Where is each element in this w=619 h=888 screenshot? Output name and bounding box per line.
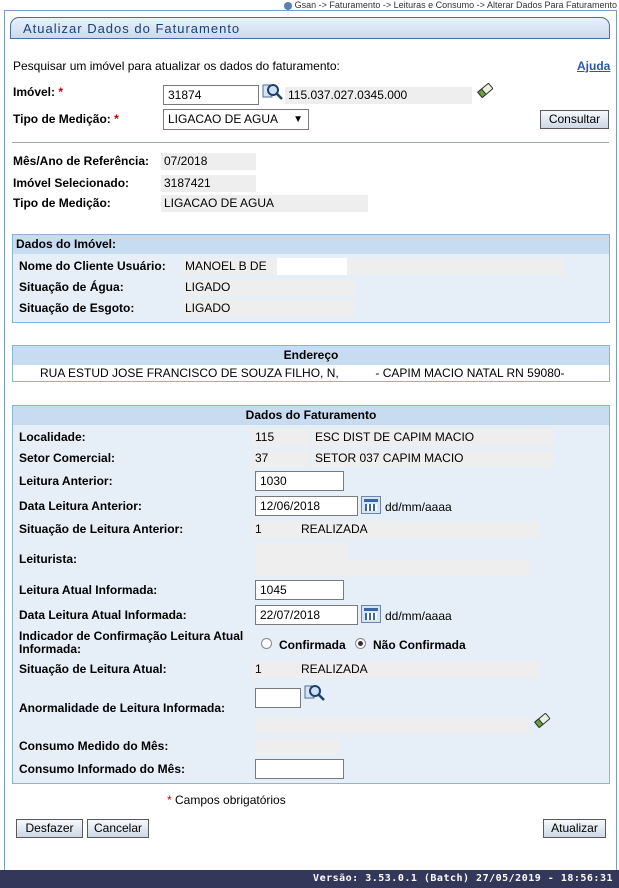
setor-name: SETOR 037 CAPIM MACIO [312, 450, 554, 467]
imovel-label: Imóvel: * [13, 85, 63, 99]
required-mark: * [114, 112, 119, 126]
tipo-medicao-select[interactable]: LIGACAO DE AGUA ▼ [163, 109, 309, 130]
imovel-selecionado-value: 3187421 [161, 175, 256, 192]
tipo-medicao-label-text: Tipo de Medição: [13, 112, 111, 126]
situacao-esgoto-value: LIGADO [182, 300, 354, 317]
eraser-icon[interactable] [476, 82, 494, 98]
dados-imovel-header: Dados do Imóvel: [13, 235, 609, 254]
breadcrumb: Gsan -> Faturamento -> Leituras e Consum… [283, 0, 617, 10]
calendar-icon[interactable] [361, 605, 381, 623]
mes-ano-value: 07/2018 [161, 153, 256, 170]
cancelar-button[interactable]: Cancelar [87, 819, 149, 838]
consumo-informado-input[interactable] [255, 759, 344, 779]
required-note-text: Campos obrigatórios [175, 793, 286, 807]
data-leitura-atual-input[interactable] [255, 605, 358, 625]
situacao-leitura-atual-name: REALIZADA [298, 661, 540, 678]
confirmada-radio[interactable] [261, 638, 272, 649]
anormalidade-input[interactable] [255, 688, 301, 708]
chevron-down-icon: ▼ [293, 114, 303, 125]
consumo-medido-value [255, 738, 340, 755]
tipo-medicao-selected: LIGACAO DE AGUA [168, 112, 279, 126]
imovel-inscricao: 115.037.027.0345.000 [285, 87, 472, 104]
data-leitura-atual-label: Data Leitura Atual Informada: [19, 608, 187, 622]
consultar-button[interactable]: Consultar [540, 110, 609, 129]
endereco-header: Endereço [13, 346, 609, 365]
localidade-name: ESC DIST DE CAPIM MACIO [312, 429, 554, 446]
required-mark: * [167, 793, 172, 807]
tipo-medicao-summary-value: LIGACAO DE AGUA [161, 195, 368, 212]
help-link[interactable]: Ajuda [577, 59, 610, 73]
indicador-label-line1: Indicador de Confirmação Leitura Atual [19, 629, 244, 643]
situacao-leitura-atual-code: 1 [252, 661, 297, 678]
calendar-icon[interactable] [361, 496, 381, 514]
version-footer: Versão: 3.53.0.1 (Batch) 27/05/2019 - 18… [0, 870, 619, 888]
situacao-leitura-atual-label: Situação de Leitura Atual: [19, 662, 167, 676]
localidade-label: Localidade: [19, 430, 86, 444]
page-title: Atualizar Dados do Faturamento [10, 17, 610, 39]
data-leitura-anterior-label: Data Leitura Anterior: [19, 499, 142, 513]
leiturista-label: Leiturista: [19, 552, 78, 566]
leiturista-code [255, 542, 347, 559]
dados-faturamento-header: Dados do Faturamento [13, 406, 609, 425]
imovel-selecionado-label: Imóvel Selecionado: [13, 176, 130, 190]
imovel-label-text: Imóvel: [13, 85, 56, 99]
imovel-input[interactable] [163, 85, 259, 105]
situacao-leitura-anterior-label: Situação de Leitura Anterior: [19, 522, 184, 536]
leitura-anterior-input[interactable] [255, 471, 344, 491]
breadcrumb-text: Gsan -> Faturamento -> Leituras e Consum… [294, 0, 617, 10]
data-leitura-anterior-input[interactable] [255, 496, 358, 516]
tipo-medicao-label: Tipo de Medição: * [13, 112, 119, 126]
mes-ano-label: Mês/Ano de Referência: [13, 154, 150, 168]
cliente-label: Nome do Cliente Usuário: [19, 259, 166, 273]
situacao-leitura-anterior-code: 1 [252, 521, 297, 538]
atualizar-button[interactable]: Atualizar [543, 819, 606, 838]
nao-confirmada-label: Não Confirmada [373, 638, 466, 652]
nav-icon [283, 1, 292, 10]
nao-confirmada-radio[interactable] [355, 638, 366, 649]
search-imovel-icon[interactable] [262, 82, 284, 102]
setor-code: 37 [252, 450, 309, 467]
required-mark: * [58, 85, 64, 99]
leiturista-name [255, 559, 529, 576]
search-anormalidade-icon[interactable] [304, 683, 326, 703]
situacao-leitura-anterior-name: REALIZADA [298, 521, 540, 538]
tipo-medicao-summary-label: Tipo de Medição: [13, 196, 111, 210]
required-note: * Campos obrigatórios [167, 793, 286, 807]
search-instruction: Pesquisar um imóvel para atualizar os da… [13, 59, 340, 73]
cliente-value: MANOEL B DE [182, 258, 564, 275]
setor-label: Setor Comercial: [19, 451, 116, 465]
leitura-anterior-label: Leitura Anterior: [19, 474, 113, 488]
consumo-medido-label: Consumo Medido do Mês: [19, 739, 169, 753]
situacao-agua-label: Situação de Água: [19, 280, 124, 294]
anormalidade-description [255, 717, 529, 734]
eraser-icon[interactable] [533, 712, 551, 728]
endereco-value: RUA ESTUD JOSE FRANCISCO DE SOUZA FILHO,… [13, 365, 609, 381]
consumo-informado-label: Consumo Informado do Mês: [19, 762, 185, 776]
divider [12, 142, 609, 143]
leitura-atual-input[interactable] [255, 580, 344, 600]
localidade-code: 115 [252, 429, 309, 446]
situacao-agua-value: LIGADO [182, 279, 354, 296]
situacao-esgoto-label: Situação de Esgoto: [19, 301, 135, 315]
confirmada-label: Confirmada [279, 638, 346, 652]
desfazer-button[interactable]: Desfazer [16, 819, 83, 838]
leitura-atual-label: Leitura Atual Informada: [19, 583, 158, 597]
anormalidade-label: Anormalidade de Leitura Informada: [19, 701, 226, 715]
indicador-label-line2: Informada: [19, 642, 82, 656]
date-format-hint: dd/mm/aaaa [385, 500, 452, 514]
date-format-hint: dd/mm/aaaa [385, 609, 452, 623]
